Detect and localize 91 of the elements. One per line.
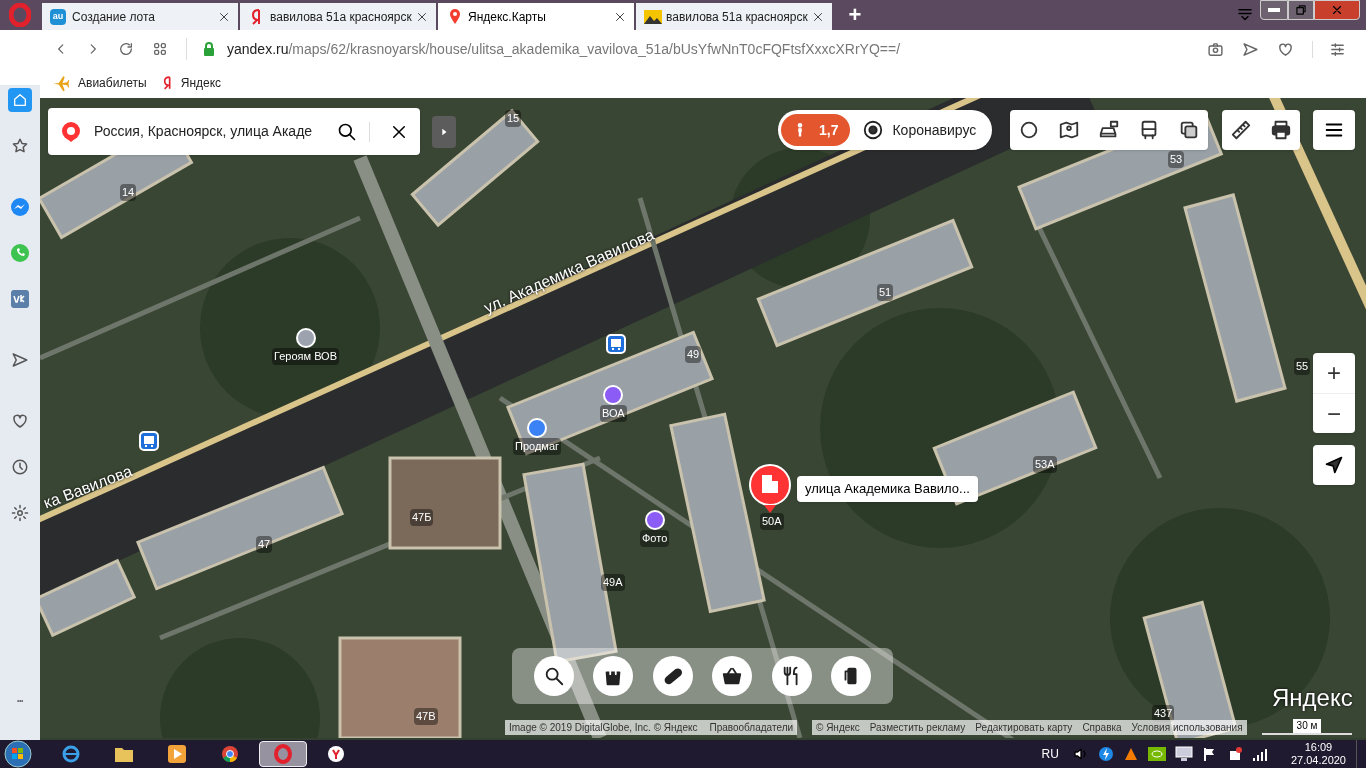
clock-time[interactable]: 16:09 xyxy=(1304,741,1333,754)
airplane-icon xyxy=(52,74,70,92)
vk-icon[interactable] xyxy=(8,287,32,311)
yandex-logo: Яндекс xyxy=(1272,683,1353,713)
house-number: 47 xyxy=(256,536,273,553)
nvidia-icon[interactable] xyxy=(1147,747,1166,761)
ruler-icon[interactable] xyxy=(1230,119,1252,141)
bus-stop-icon[interactable] xyxy=(139,431,159,451)
new-tab-button[interactable]: + xyxy=(840,0,870,30)
tabs-grid-icon[interactable] xyxy=(152,41,168,57)
target-icon xyxy=(862,119,885,141)
language-indicator[interactable]: RU xyxy=(1041,745,1059,763)
coronavirus-button[interactable]: Коронавирус xyxy=(862,119,977,141)
clock-date[interactable]: 27.04.2020 xyxy=(1290,754,1346,767)
house-number: 49А xyxy=(601,574,625,591)
close-icon xyxy=(1330,3,1344,17)
warning-triangle-icon[interactable] xyxy=(1122,746,1139,762)
layers-icon[interactable] xyxy=(1178,119,1200,141)
opera-icon[interactable] xyxy=(259,741,307,767)
house-number: 49 xyxy=(685,346,702,363)
start-button[interactable] xyxy=(3,740,33,768)
close-icon[interactable] xyxy=(218,10,230,23)
house-number: 53 xyxy=(1168,151,1185,168)
yandex-logo-icon xyxy=(162,75,173,91)
au-logo: au xyxy=(50,8,66,25)
image-icon xyxy=(644,8,662,25)
scale-label: 30 м xyxy=(1292,719,1322,733)
volume-icon[interactable] xyxy=(1072,746,1089,762)
house-number: 53А xyxy=(1033,456,1057,473)
expand-panel-button[interactable] xyxy=(432,116,456,148)
footer-link[interactable]: © Яндекс xyxy=(816,720,860,735)
close-icon[interactable] xyxy=(812,10,824,23)
footer-link[interactable]: Условия использования xyxy=(1131,720,1243,735)
close-icon[interactable] xyxy=(416,10,428,23)
maximize-button[interactable] xyxy=(1288,0,1314,20)
yandex-maps-logo-icon xyxy=(60,120,82,143)
house-number: 437 xyxy=(1152,705,1175,722)
search-icon[interactable] xyxy=(337,121,370,142)
browser-tab[interactable]: au Создание лота xyxy=(42,3,238,30)
poi-label: Фото xyxy=(640,530,670,547)
house-number: 15 xyxy=(505,110,522,127)
search-field[interactable]: Россия, Красноярск, улица Акаде xyxy=(48,108,420,155)
menu-button[interactable] xyxy=(1313,110,1355,150)
monitor-icon[interactable] xyxy=(1174,746,1193,762)
location-arrow-icon xyxy=(1324,455,1344,475)
home-icon[interactable] xyxy=(8,88,32,112)
play-triangle-icon xyxy=(439,127,449,137)
copyright-text: Image © 2019 DigitalGlobe, Inc. © Яндекс xyxy=(509,721,698,735)
lightning-icon[interactable] xyxy=(1097,746,1114,762)
address-field[interactable]: yandex.ru/maps/62/krasnoyarsk/house/ulitsa_akademika_vavilova_51a/bUsYfwNnT0cFQFtsfXxxcXRrYQ==/ xyxy=(227,38,901,60)
restore-icon xyxy=(1294,3,1308,17)
heart-icon[interactable] xyxy=(1277,40,1294,58)
camera-icon[interactable] xyxy=(1207,40,1224,58)
rights-holders-link[interactable]: Правообладатели xyxy=(709,720,794,735)
house-number: 51 xyxy=(877,284,894,301)
location-button[interactable] xyxy=(1313,445,1355,485)
map-view-icon[interactable] xyxy=(1058,119,1080,141)
house-number: 47В xyxy=(414,708,438,725)
footer-link[interactable]: Разместить рекламу xyxy=(869,720,966,735)
footer-link[interactable]: Справка xyxy=(1082,720,1122,735)
poi-label: ВОА xyxy=(600,405,627,422)
messenger-icon[interactable] xyxy=(8,195,32,219)
browser-tab[interactable]: вавилова 51а красноярск xyxy=(636,3,832,30)
poi-label: Героям ВОВ xyxy=(272,348,339,365)
minimize-button[interactable] xyxy=(1260,0,1288,20)
poi-label: Продмаг xyxy=(513,438,561,455)
close-icon[interactable] xyxy=(614,10,626,23)
browser-tab[interactable]: вавилова 51а красноярск xyxy=(240,3,436,30)
minimize-icon xyxy=(1268,8,1280,12)
printer-icon[interactable] xyxy=(1270,119,1292,141)
settings-sliders-icon[interactable] xyxy=(1312,40,1346,58)
send-icon[interactable] xyxy=(1242,40,1259,58)
footer-link[interactable]: Редактировать карту xyxy=(975,720,1073,735)
house-number: 14 xyxy=(120,184,137,201)
lock-icon xyxy=(203,42,215,56)
bookmark-link[interactable]: Яндекс xyxy=(162,74,222,92)
building-pin-icon[interactable] xyxy=(747,464,793,514)
zoom-out-button[interactable]: − xyxy=(1313,393,1355,433)
signal-icon[interactable] xyxy=(1251,747,1268,761)
browser-tab[interactable]: Яндекс.Карты xyxy=(438,3,634,30)
house-number: 55 xyxy=(1294,358,1311,375)
circle-icon[interactable] xyxy=(1018,119,1040,141)
house-number: 47Б xyxy=(410,509,434,526)
traffic-score-button[interactable]: 1,7 xyxy=(781,114,851,146)
bus-stop-icon[interactable] xyxy=(606,334,626,354)
zoom-in-button[interactable]: + xyxy=(1313,353,1355,393)
house-number: 50А xyxy=(760,513,784,530)
place-label[interactable]: улица Академика Вавило... xyxy=(797,476,978,502)
close-window-button[interactable] xyxy=(1314,0,1360,20)
reload-icon[interactable] xyxy=(118,41,134,57)
bookmark-link[interactable]: Авиабилеты xyxy=(52,74,147,92)
